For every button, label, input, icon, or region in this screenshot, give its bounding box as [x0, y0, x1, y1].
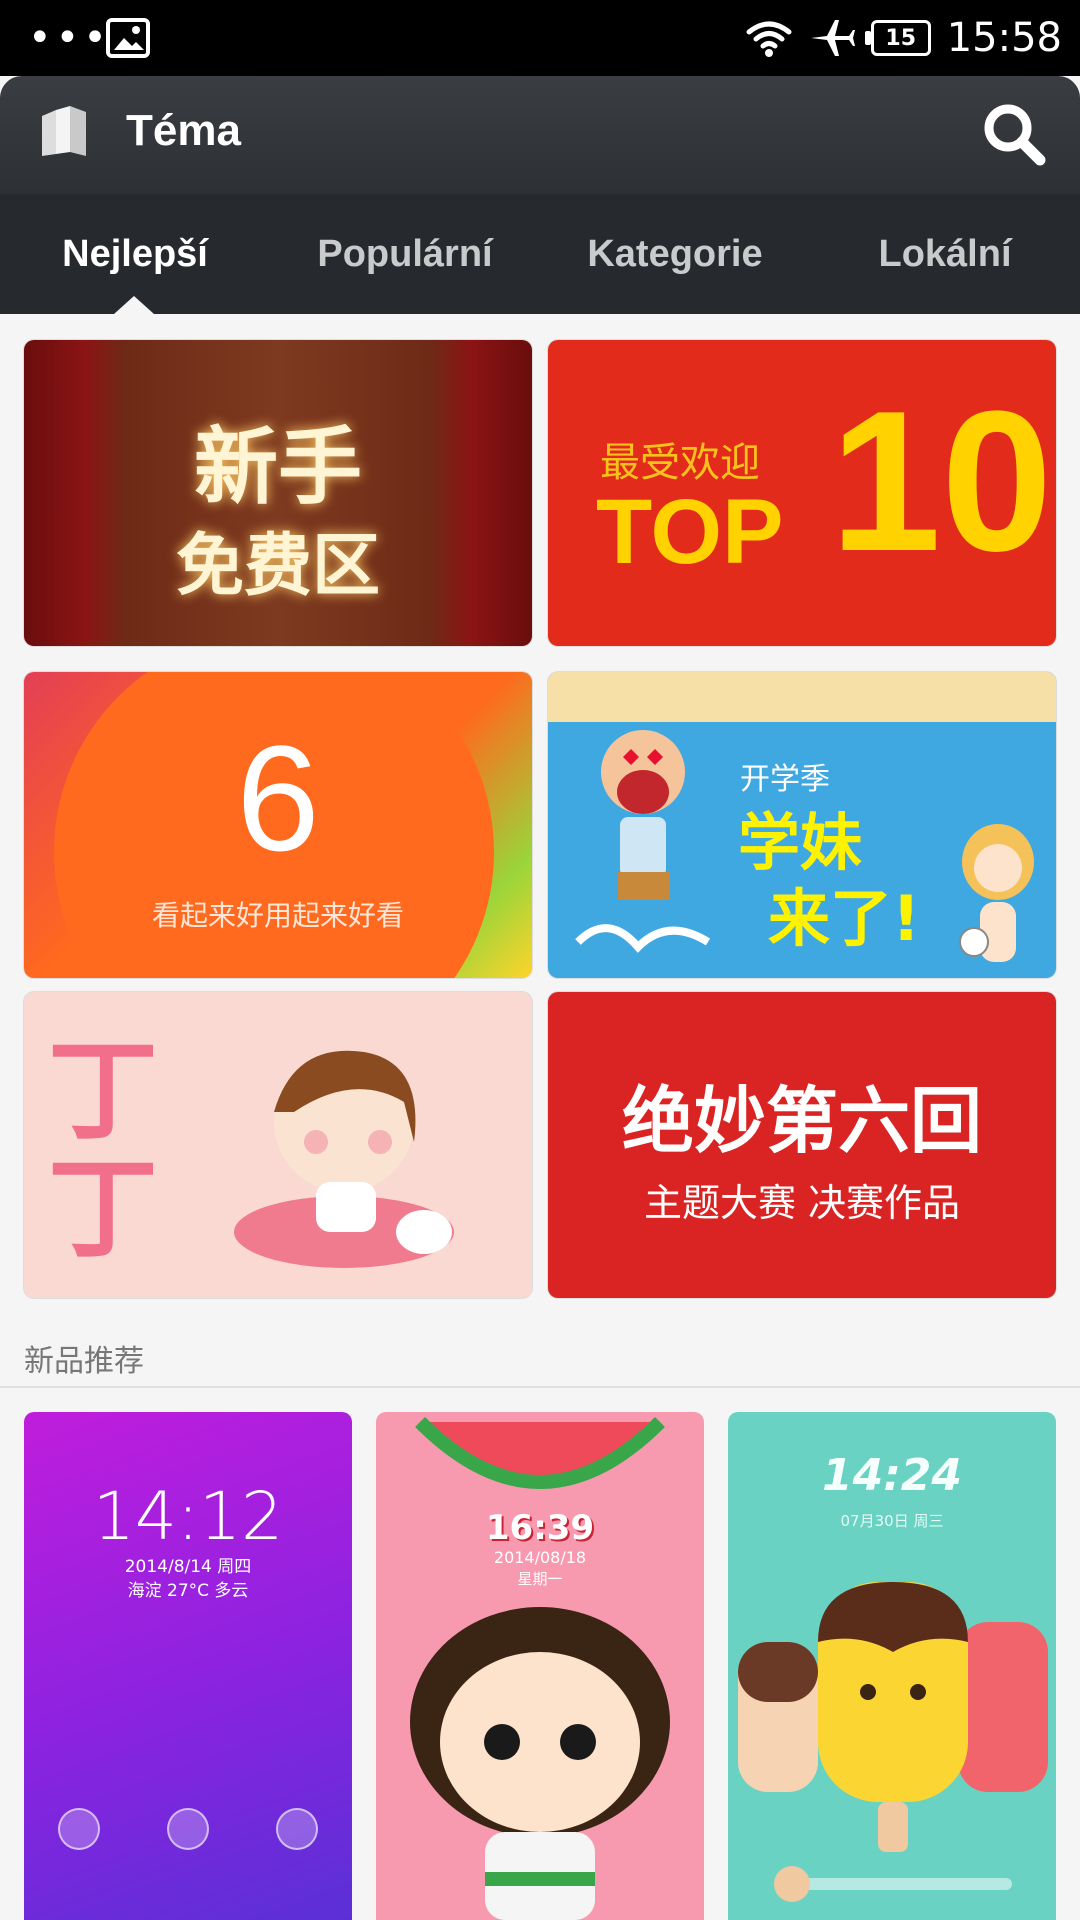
unlock-slider-track — [782, 1878, 1012, 1890]
theme-preview-time: 16:39 — [485, 1508, 595, 1548]
tab-bar: Nejlepší Populární Kategorie Lokální — [0, 194, 1080, 314]
theme-preview-day: 星期一 — [517, 1570, 563, 1588]
message-icon — [276, 1808, 319, 1850]
theme-card-icecream[interactable]: 14:24 07月30日 周三 — [728, 1412, 1056, 1920]
image-notification-icon — [106, 18, 150, 58]
more-dots-icon: ••• — [28, 15, 111, 61]
airplane-icon — [810, 20, 855, 56]
active-tab-indicator — [114, 296, 154, 314]
search-icon[interactable] — [978, 98, 1050, 170]
banner-top10[interactable]: 最受欢迎 TOP 10 — [548, 340, 1056, 646]
app-header: Téma — [0, 76, 1080, 194]
banner-text: 10 — [830, 370, 1053, 593]
tab-lokalni[interactable]: Lokální — [810, 194, 1080, 314]
status-right: 15 15:58 — [745, 12, 1062, 64]
banner-school-season[interactable]: 开学季 学妹 来了! — [548, 672, 1056, 978]
battery-icon: 15 — [864, 20, 931, 56]
cartoon-boy-illustration — [575, 730, 711, 953]
banner-text: 看起来好用起来好看 — [151, 899, 404, 932]
banner-text: 新手 — [193, 418, 362, 516]
banner-six[interactable]: 6 看起来好用起来好看 — [24, 672, 532, 978]
banner-text: 来了! — [768, 882, 921, 955]
page-title: Téma — [126, 106, 241, 155]
theme-preview-date: 2014/08/18 — [493, 1548, 587, 1567]
theme-preview-time: 14:24 — [821, 1450, 963, 1501]
theme-app-icon[interactable] — [36, 102, 96, 162]
banner-text: 免费区 — [175, 527, 380, 606]
banner-newbie-free[interactable]: 新手 免费区 — [24, 340, 532, 646]
banner-contest-six[interactable]: 绝妙第六回 主题大赛 决赛作品 — [548, 992, 1056, 1298]
theme-preview-date: 07月30日 周三 — [840, 1512, 944, 1530]
theme-preview-time: 14:12 — [92, 1478, 284, 1555]
cartoon-girl-illustration — [410, 1607, 670, 1920]
theme-card-purple[interactable]: 14:12 2014/8/14 周四 海淀 27°C 多云 — [24, 1412, 352, 1920]
ice-cream-illustration — [738, 1582, 1048, 1852]
theme-card-watermelon[interactable]: 16:39 2014/08/18 星期一 — [376, 1412, 704, 1920]
tab-kategorie[interactable]: Kategorie — [540, 194, 810, 314]
cartoon-girl-illustration — [234, 1050, 454, 1268]
banner-text: 绝妙第六回 — [621, 1078, 982, 1163]
watermelon-illustration — [415, 1417, 665, 1489]
wifi-icon — [746, 21, 792, 57]
section-title-new: 新品推荐 — [24, 1344, 144, 1379]
banner-text: 主题大赛 决赛作品 — [643, 1181, 961, 1225]
unlock-slider-knob — [774, 1866, 810, 1902]
banner-text: 6 — [236, 714, 320, 882]
theme-preview-weather: 海淀 27°C 多云 — [127, 1581, 249, 1601]
unlock-icon — [166, 1808, 209, 1850]
status-bar: ••• 15 15:58 — [0, 0, 1080, 76]
clock: 15:58 — [946, 15, 1062, 61]
theme-preview-dock — [24, 1808, 352, 1850]
banner-text: 丁丁 — [48, 1027, 158, 1273]
banner-dingding[interactable]: 丁丁 — [24, 992, 532, 1298]
cartoon-girl-illustration — [959, 824, 1034, 962]
phone-icon — [57, 1808, 100, 1850]
tab-popularni[interactable]: Populární — [270, 194, 540, 314]
banner-text: TOP — [596, 481, 784, 583]
theme-preview-date: 2014/8/14 周四 — [124, 1557, 252, 1577]
section-divider — [0, 1386, 1080, 1388]
